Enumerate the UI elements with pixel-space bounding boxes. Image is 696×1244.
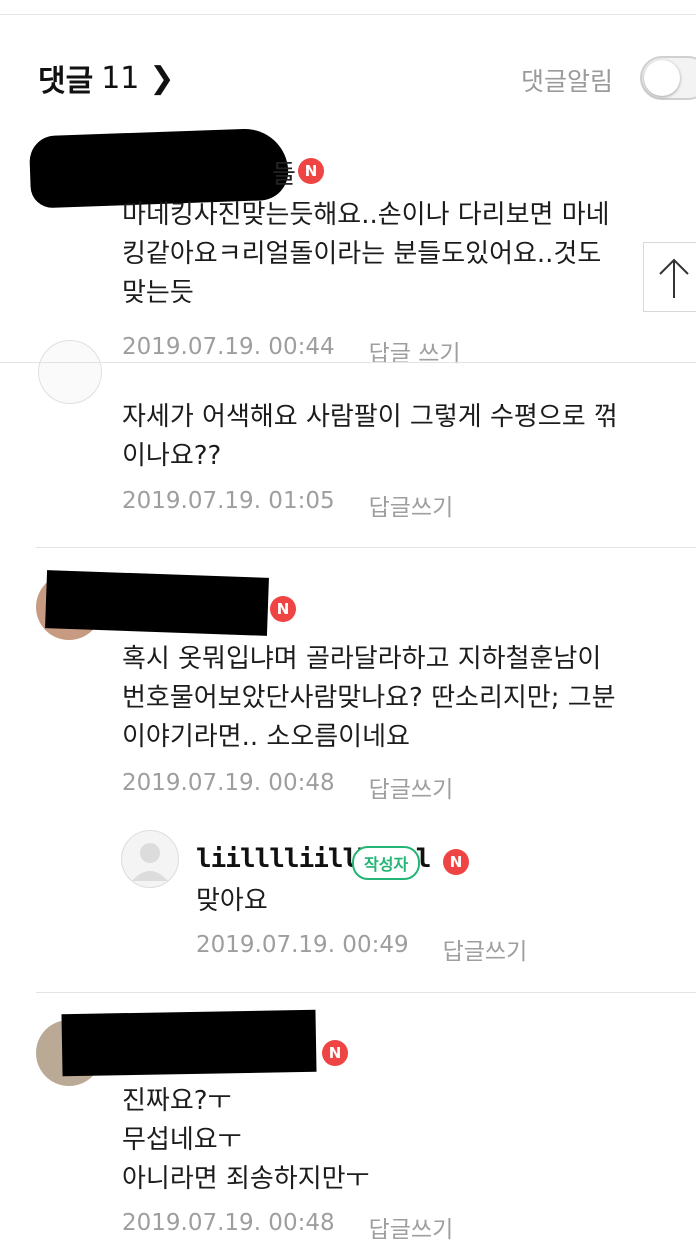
arrow-up-icon xyxy=(659,258,689,298)
reply-text: 맞아요 xyxy=(196,886,268,916)
reply-button[interactable]: 답글쓰기 xyxy=(369,488,454,522)
chevron-right-icon: ❯ xyxy=(149,60,175,96)
default-user-icon xyxy=(132,843,168,881)
author-badge: 작성자 xyxy=(352,846,421,880)
comments-count: 11 xyxy=(101,60,140,96)
comment-text: 혹시 옷뭐입냐며 골라달라하고 지하철훈남이 번호물어보았단사람맞나요? 딴소리… xyxy=(122,644,616,752)
comment-text: 자세가 어색해요 사람팔이 그렇게 수평으로 꺾 이나요?? xyxy=(122,402,618,471)
reply-button[interactable]: 답글쓰기 xyxy=(369,1210,454,1244)
comments-header[interactable]: 댓글 11 ❯ xyxy=(38,56,175,100)
toggle-knob xyxy=(644,60,680,96)
comment-alarm-label: 댓글알림 xyxy=(521,67,614,96)
reply-button[interactable]: 답글쓰기 xyxy=(443,932,528,966)
username-tail: 들 xyxy=(272,160,296,190)
new-badge: N xyxy=(322,1040,348,1066)
comment-divider xyxy=(36,547,696,548)
comment-date: 2019.07.19. 01:05 xyxy=(122,488,335,514)
comment-meta: 2019.07.19. 00:48 답글쓰기 xyxy=(122,770,453,804)
avatar[interactable] xyxy=(121,830,179,888)
comment-text: 진짜요?ㅜ 무섭네요ㅜ 아니라면 죄송하지만ㅜ xyxy=(122,1086,370,1194)
comment-meta: 2019.07.19. 01:05 답글쓰기 xyxy=(122,488,453,522)
new-badge: N xyxy=(270,596,296,622)
comment-meta: 2019.07.19. 00:48 답글쓰기 xyxy=(122,1210,453,1244)
redacted-username xyxy=(45,570,269,636)
avatar[interactable] xyxy=(38,340,102,404)
new-badge: N xyxy=(443,849,469,875)
comment-divider xyxy=(36,992,696,993)
comment-date: 2019.07.19. 00:48 xyxy=(122,1210,335,1236)
reply-meta: 2019.07.19. 00:49 답글쓰기 xyxy=(196,932,527,966)
comment-date: 2019.07.19. 00:48 xyxy=(122,770,335,796)
reply-button[interactable]: 답글쓰기 xyxy=(369,770,454,804)
comments-title: 댓글 xyxy=(38,64,94,99)
reply-date: 2019.07.19. 00:49 xyxy=(196,932,409,958)
comment-text: 마네킹사진맞는듯해요..손이나 다리보면 마네 킹같아요ㅋ리얼돌이라는 분들도있… xyxy=(122,200,610,308)
top-divider xyxy=(0,14,696,15)
redacted-username xyxy=(61,1009,317,1077)
scroll-top-button[interactable] xyxy=(643,242,696,312)
comment-divider xyxy=(0,362,696,363)
new-badge: N xyxy=(298,158,324,184)
comment-alarm-toggle[interactable] xyxy=(640,56,696,100)
